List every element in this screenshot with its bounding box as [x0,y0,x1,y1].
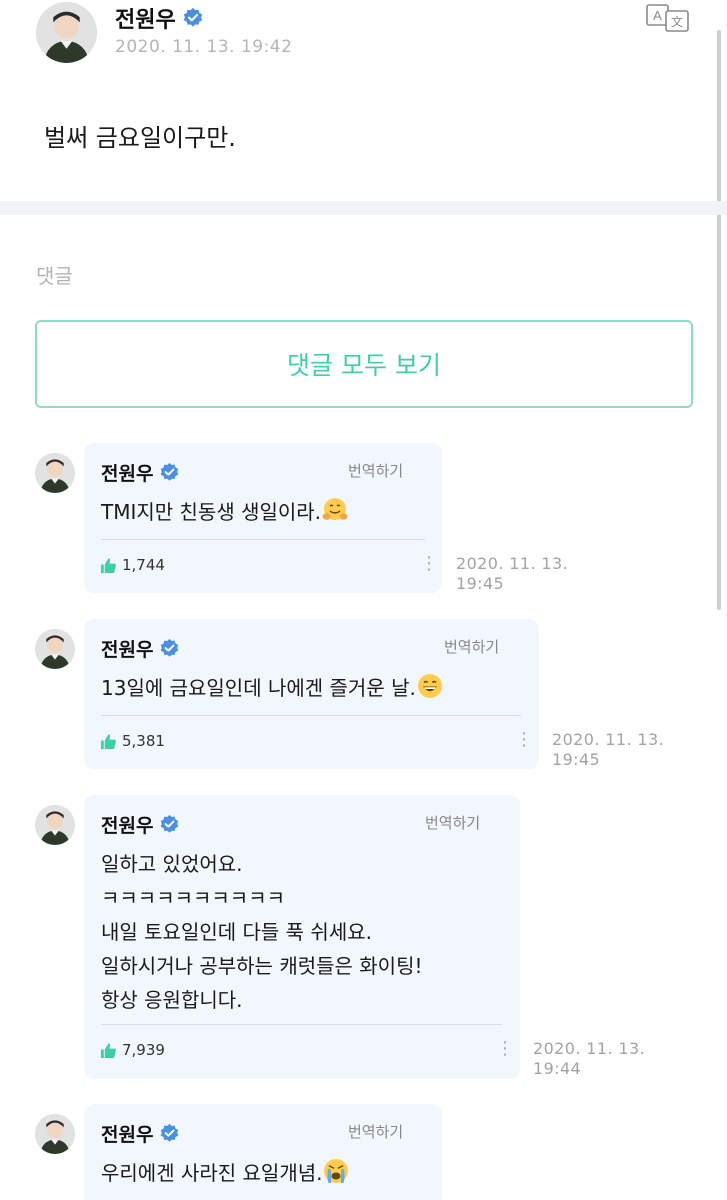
like-button[interactable]: 5,381 [100,732,165,750]
verified-badge-icon [159,638,180,659]
comment-bubble: 전원우 번역하기 TMI지만 친동생 생일이라. 1,744 ⋮ [84,443,442,593]
comments-heading: 댓글 [36,264,73,288]
post-author-name: 전원우 [115,8,176,33]
like-count: 7,939 [122,1041,165,1059]
svg-text:A: A [653,8,662,23]
comment-translate-button[interactable]: 번역하기 [348,460,403,481]
comment-text-content: TMI지만 친동생 생일이라. [101,500,322,524]
comment-avatar[interactable] [35,1114,75,1154]
comment-author-name: 전원우 [101,463,154,485]
comment-date: 2020. 11. 13. 19:44 [533,1039,645,1079]
comment-author[interactable]: 전원우 [101,811,180,838]
comment-date-time: 19:44 [533,1059,582,1078]
comment-bubble: 전원우 번역하기 일하고 있었어요. ㅋㅋㅋㅋㅋㅋㅋㅋㅋㅋ 내일 토요일인데 다… [84,795,520,1079]
comment-date-day: 2020. 11. 13. [552,730,665,749]
more-options-icon[interactable]: ⋮ [496,1040,514,1058]
comment-bubble: 전원우 번역하기 13일에 금요일인데 나에겐 즐거운 날. 5,381 ⋮ [84,619,539,769]
more-options-icon[interactable]: ⋮ [515,731,533,749]
more-options-icon[interactable]: ⋮ [420,555,438,573]
verified-badge-icon [182,7,204,29]
thumbs-up-icon [100,1042,116,1058]
comment-author[interactable]: 전원우 [101,1120,180,1147]
view-all-comments-button[interactable]: 댓글 모두 보기 [35,320,693,408]
comment-text: TMI지만 친동생 생일이라. [101,495,349,529]
comment-bubble: 전원우 번역하기 우리에겐 사라진 요일개념. [84,1104,442,1200]
comment-author-name: 전원우 [101,639,154,661]
post-author[interactable]: 전원우 [115,2,204,34]
hugging-face-emoji-icon [321,496,349,524]
like-button[interactable]: 7,939 [100,1041,165,1059]
like-button[interactable]: 1,744 [100,556,165,574]
verified-badge-icon [159,814,180,835]
comment-divider [101,539,425,540]
comment-text: 13일에 금요일인데 나에겐 즐거운 날. [101,671,444,705]
comment-author-name: 전원우 [101,815,154,837]
comment-text: 우리에겐 사라진 요일개념. [101,1156,350,1190]
comment-avatar[interactable] [35,629,75,669]
comment-date-day: 2020. 11. 13. [533,1039,646,1058]
comment-avatar[interactable] [35,805,75,845]
verified-badge-icon [159,1123,180,1144]
comment-translate-button[interactable]: 번역하기 [425,812,480,833]
grinning-face-emoji-icon [416,672,444,700]
comment-date-time: 19:45 [456,574,505,593]
comment-author[interactable]: 전원우 [101,459,180,486]
like-count: 1,744 [122,556,165,574]
verified-badge-icon [159,462,180,483]
section-divider [0,201,727,215]
comment-divider [101,715,521,716]
comment-author[interactable]: 전원우 [101,635,180,662]
post-body: 벌써 금요일이구만. [44,124,236,152]
comment-translate-button[interactable]: 번역하기 [348,1121,403,1142]
comment-avatar[interactable] [35,453,75,493]
thumbs-up-icon [100,733,116,749]
like-count: 5,381 [122,732,165,750]
comment-date: 2020. 11. 13. 19:45 [456,554,568,594]
comment-text-content: 우리에겐 사라진 요일개념. [101,1161,323,1185]
comment-date: 2020. 11. 13. 19:45 [552,730,664,770]
comment-text-content: 13일에 금요일인데 나에겐 즐거운 날. [101,676,416,700]
thumbs-up-icon [100,557,116,573]
translate-icon[interactable]: A文 [646,4,690,32]
post-header: 전원우 2020. 11. 13. 19:42 A文 [0,0,727,80]
comment-date-time: 19:45 [552,750,601,769]
author-avatar[interactable] [36,2,97,63]
comment-divider [101,1024,502,1025]
svg-text:文: 文 [671,14,683,29]
comment-translate-button[interactable]: 번역하기 [444,636,499,657]
post-date: 2020. 11. 13. 19:42 [115,37,293,57]
crying-face-emoji-icon [322,1157,350,1185]
comment-date-day: 2020. 11. 13. [456,554,569,573]
comment-author-name: 전원우 [101,1124,154,1146]
comment-text: 일하고 있었어요. ㅋㅋㅋㅋㅋㅋㅋㅋㅋㅋ 내일 토요일인데 다들 푹 쉬세요. … [101,852,423,1012]
scrollbar[interactable] [717,30,721,610]
